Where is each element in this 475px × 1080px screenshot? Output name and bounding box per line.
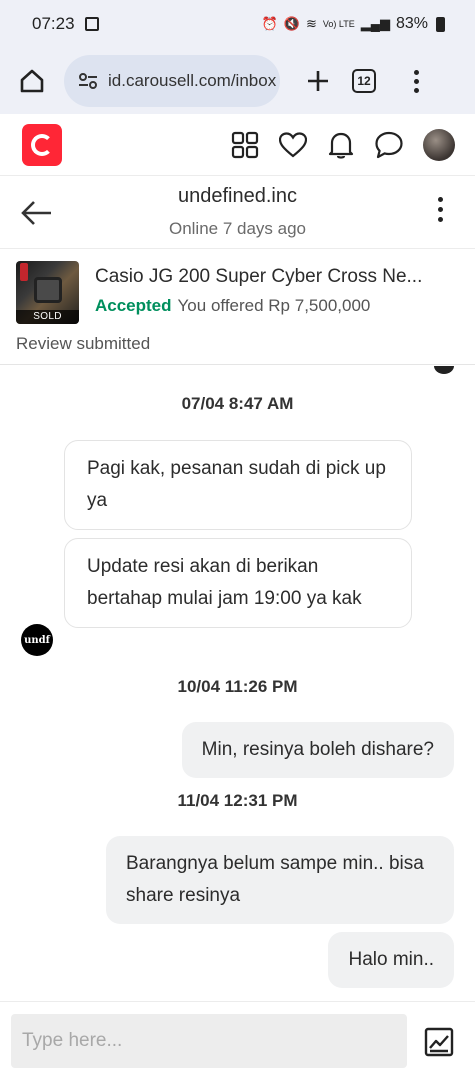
date-separator: 10/04 11:26 PM <box>177 677 298 696</box>
status-bar: 07:23 ⏰ 🔇 ≋ Vo) LTE ▂▄▆ 83% <box>0 0 475 48</box>
message-input[interactable] <box>11 1014 407 1068</box>
gallery-notification-icon <box>84 17 99 31</box>
tab-switcher-button[interactable]: 12 <box>352 69 376 93</box>
message-bubble-outgoing: Barangnya belum sampe min.. bisa share r… <box>106 836 454 924</box>
chat-bubble-icon <box>375 131 403 158</box>
status-time: 07:23 <box>32 14 75 33</box>
grid-icon <box>231 131 259 158</box>
mute-icon: 🔇 <box>283 16 300 31</box>
bell-icon <box>328 132 354 159</box>
browser-toolbar: id.carousell.com/inbox 12 <box>0 48 475 114</box>
date-separator: 11/04 12:31 PM <box>177 791 298 810</box>
scroll-indicator <box>434 366 454 374</box>
product-card[interactable]: SOLD Casio JG 200 Super Cyber Cross Ne..… <box>0 250 475 365</box>
url-text: id.carousell.com/inbox <box>108 71 277 90</box>
chat-header: undefined.inc Online 7 days ago <box>0 177 475 249</box>
profile-avatar[interactable] <box>423 128 455 161</box>
home-icon <box>20 69 44 93</box>
notifications-button[interactable] <box>327 131 355 159</box>
message-bubble-outgoing: Min, resinya boleh dishare? <box>181 722 454 778</box>
review-status: Review submitted <box>16 334 151 353</box>
message-list[interactable]: 07/04 8:47 AM Pagi kak, pesanan sudah di… <box>0 366 475 1000</box>
offer-summary: Accepted You offered Rp 7,500,000 <box>95 296 370 316</box>
message-composer <box>0 1001 475 1080</box>
watch-image-detail <box>20 263 28 281</box>
network-type: Vo) LTE <box>322 19 355 29</box>
battery-icon <box>436 16 445 32</box>
categories-button[interactable] <box>231 131 259 159</box>
sold-badge: SOLD <box>16 310 79 324</box>
date-separator: 07/04 8:47 AM <box>181 394 294 413</box>
chat-inbox-button[interactable] <box>375 131 403 159</box>
sender-avatar[interactable]: undf <box>21 624 53 656</box>
likes-button[interactable] <box>279 131 307 159</box>
watch-image-face <box>34 277 62 303</box>
image-icon <box>424 1027 454 1057</box>
app-header <box>0 114 475 176</box>
battery-level: 83% <box>395 15 428 32</box>
offer-text: You offered Rp 7,500,000 <box>177 296 371 315</box>
home-button[interactable] <box>14 63 50 99</box>
signal-icon: ▂▄▆ <box>360 16 390 31</box>
message-bubble-incoming: Update resi akan di berikan bertahap mul… <box>64 538 412 628</box>
chat-username[interactable]: undefined.inc <box>0 185 475 208</box>
site-settings-icon <box>79 73 97 89</box>
browser-menu-button[interactable] <box>406 69 426 93</box>
new-tab-button[interactable] <box>300 63 336 99</box>
heart-icon <box>279 131 307 157</box>
message-bubble-incoming: Pagi kak, pesanan sudah di pick up ya <box>64 440 412 530</box>
carousell-logo[interactable] <box>22 123 62 166</box>
chat-options-button[interactable] <box>438 197 443 222</box>
attach-image-button[interactable] <box>424 1027 454 1057</box>
product-thumbnail[interactable]: SOLD <box>16 261 79 324</box>
offer-status: Accepted <box>95 296 172 315</box>
message-bubble-outgoing: Halo min.. <box>328 932 454 988</box>
url-bar[interactable]: id.carousell.com/inbox <box>64 55 280 107</box>
product-title[interactable]: Casio JG 200 Super Cyber Cross Ne... <box>95 266 455 288</box>
plus-icon <box>308 71 328 91</box>
alarm-icon: ⏰ <box>261 16 278 31</box>
wifi-icon: ≋ <box>305 16 317 31</box>
chat-online-status: Online 7 days ago <box>168 219 307 238</box>
